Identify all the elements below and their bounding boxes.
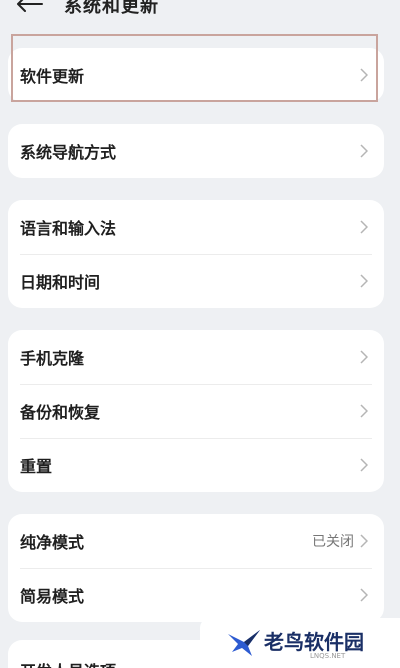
chevron-right-icon [360,458,368,472]
chevron-right-icon [360,534,368,548]
reset-item[interactable]: 重置 [8,438,384,492]
backup-restore-item[interactable]: 备份和恢复 [8,384,384,438]
back-arrow-icon[interactable] [16,0,46,14]
chevron-right-icon [360,68,368,82]
simple-mode-item[interactable]: 简易模式 [8,568,384,622]
row-label: 软件更新 [20,67,85,86]
row-label: 重置 [20,457,53,476]
software-update-item[interactable]: 软件更新 [8,48,384,102]
chevron-right-icon [360,220,368,234]
language-input-item[interactable]: 语言和输入法 [8,200,384,254]
row-label: 系统导航方式 [20,143,117,162]
row-label: 日期和时间 [20,273,101,292]
card-language-date: 语言和输入法 日期和时间 [8,200,384,308]
pure-mode-item[interactable]: 纯净模式 已关闭 [8,514,384,568]
date-time-item[interactable]: 日期和时间 [8,254,384,308]
row-label: 备份和恢复 [20,403,101,422]
page-title: 系统和更新 [64,0,159,17]
system-navigation-item[interactable]: 系统导航方式 [8,124,384,178]
card-modes: 纯净模式 已关闭 简易模式 [8,514,384,622]
card-clone-backup-reset: 手机克隆 备份和恢复 重置 [8,330,384,492]
watermark-subtext: LNQS.NET [310,652,346,660]
chevron-right-icon [360,404,368,418]
header: 系统和更新 [0,0,400,24]
card-navigation: 系统导航方式 [8,124,384,178]
row-label: 简易模式 [20,587,85,606]
chevron-right-icon [360,588,368,602]
row-label: 手机克隆 [20,349,85,368]
card-software-update: 软件更新 [8,48,384,102]
chevron-right-icon [360,350,368,364]
status-value: 已关闭 [312,534,354,550]
watermark-text: 老鸟软件园 [264,630,364,654]
row-label: 纯净模式 [20,533,85,552]
chevron-right-icon [360,274,368,288]
phone-clone-item[interactable]: 手机克隆 [8,330,384,384]
chevron-right-icon [360,144,368,158]
watermark: 老鸟软件园 LNQS.NET [200,618,400,668]
bird-logo-icon [228,630,260,656]
row-label: 语言和输入法 [20,219,117,238]
